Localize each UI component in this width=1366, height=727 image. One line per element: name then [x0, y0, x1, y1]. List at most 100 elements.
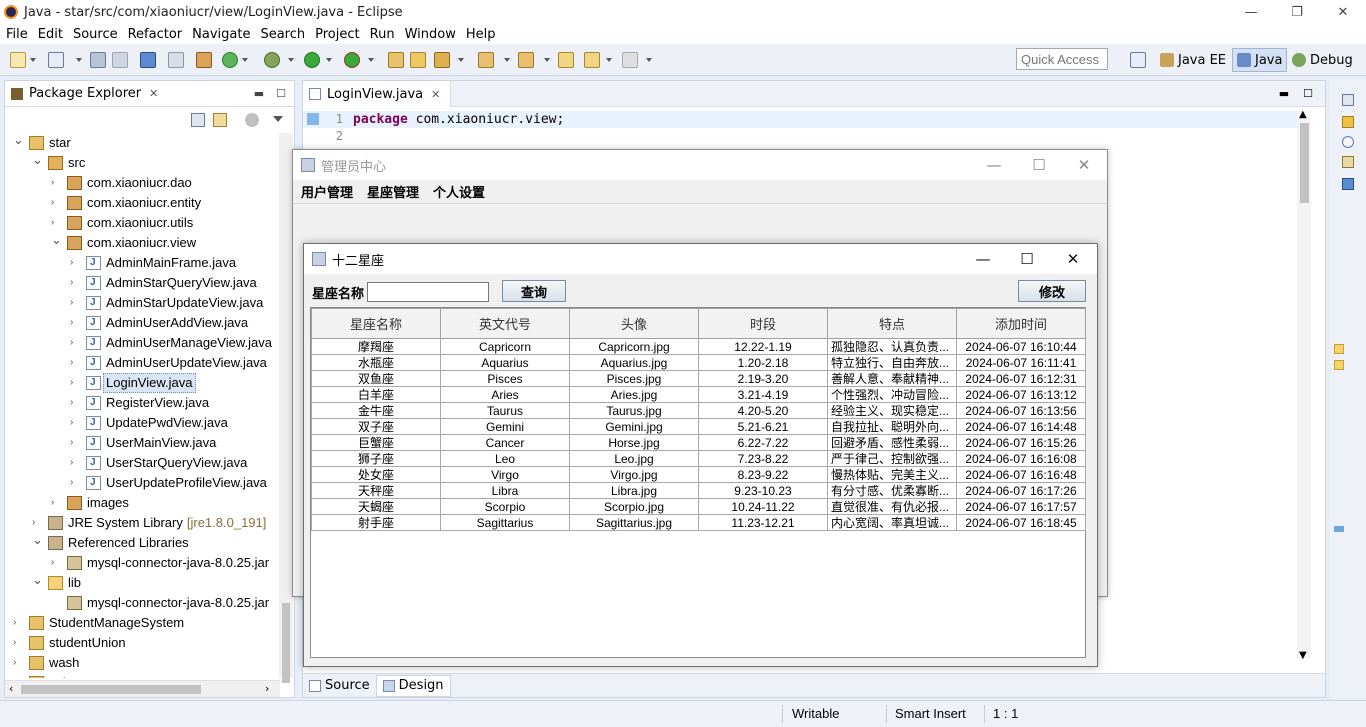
chevron-right-icon[interactable]: ›	[70, 433, 80, 453]
save-icon[interactable]	[90, 52, 106, 68]
tree-item[interactable]: ⌄ star	[5, 133, 280, 153]
tree-item[interactable]: › AdminStarQueryView.java	[5, 273, 280, 293]
scrollbar-thumb[interactable]	[282, 603, 290, 683]
column-header[interactable]: 时段	[698, 308, 828, 339]
debug-icon[interactable]	[264, 52, 280, 68]
external-tools-dropdown-icon[interactable]	[368, 58, 374, 62]
table-row[interactable]: 金牛座 Taurus Taurus.jpg 4.20-5.20 经验主义、现实稳定...…	[311, 402, 1086, 419]
close-window-button[interactable]: ✕	[1320, 0, 1366, 24]
chevron-right-icon[interactable]: ›	[13, 633, 23, 653]
view-menu-chevron-icon[interactable]	[273, 116, 283, 122]
chevron-down-icon[interactable]: ⌄	[13, 133, 24, 150]
tree-vertical-scrollbar[interactable]	[279, 133, 293, 683]
minimize-window-button[interactable]: —	[960, 244, 1006, 274]
skip-breakpoints-icon[interactable]	[168, 52, 184, 68]
new-type-icon[interactable]	[48, 52, 64, 68]
tree-item[interactable]: › StudentManageSystem	[5, 613, 280, 633]
chevron-down-icon[interactable]: ⌄	[32, 530, 43, 550]
perspective-java[interactable]: Java	[1232, 48, 1288, 72]
open-folder-icon[interactable]	[410, 52, 426, 68]
next-annotation-icon[interactable]	[478, 52, 494, 68]
tree-item[interactable]: › JRE System Library [jre1.8.0_191]	[5, 513, 280, 533]
tree-item[interactable]: › mysql-connector-java-8.0.25.jar	[5, 553, 280, 573]
perspective-debug[interactable]: Debug	[1288, 48, 1357, 72]
tree-item[interactable]: ⌄ Referenced Libraries	[5, 530, 280, 553]
menu-edit[interactable]: Edit	[33, 27, 68, 42]
search-button[interactable]: 查询	[502, 280, 566, 302]
save-all-icon[interactable]	[112, 52, 128, 68]
scroll-left-icon[interactable]: ‹	[9, 682, 13, 695]
tree-item[interactable]: › AdminUserUpdateView.java	[5, 353, 280, 373]
menu-star-management[interactable]: 星座管理	[359, 182, 425, 201]
tree-item[interactable]: ⌄ com.xiaoniucr.view	[5, 232, 280, 253]
menu-source[interactable]: Source	[68, 27, 123, 42]
link-with-editor-icon[interactable]	[213, 113, 227, 127]
tree-item[interactable]: › UserMainView.java	[5, 433, 280, 453]
collapse-all-icon[interactable]	[191, 113, 205, 127]
chevron-right-icon[interactable]: ›	[70, 473, 80, 493]
outline-icon[interactable]	[1342, 178, 1354, 190]
maximize-editor-icon[interactable]: ☐	[1303, 87, 1313, 100]
menu-search[interactable]: Search	[255, 27, 310, 42]
chevron-right-icon[interactable]: ›	[70, 333, 80, 353]
tree-item[interactable]: › studentUnion	[5, 633, 280, 653]
tree-item[interactable]: › UserStarQueryView.java	[5, 453, 280, 473]
tree-item[interactable]: › com.xiaoniucr.entity	[5, 193, 280, 213]
table-row[interactable]: 处女座 Virgo Virgo.jpg 8.23-9.22 慢热体贴、完美主义... 20…	[311, 466, 1086, 483]
chevron-right-icon[interactable]: ›	[70, 293, 80, 313]
tree-item[interactable]: ⌄ src	[5, 150, 280, 173]
chevron-down-icon[interactable]: ⌄	[32, 150, 43, 170]
tree-item[interactable]: › UserUpdateProfileView.java	[5, 473, 280, 493]
tree-item[interactable]: › com.xiaoniucr.dao	[5, 173, 280, 193]
chevron-right-icon[interactable]: ›	[70, 453, 80, 473]
menu-help[interactable]: Help	[461, 27, 501, 42]
run-dropdown-icon[interactable]	[326, 58, 332, 62]
debug-dropdown-icon[interactable]	[288, 58, 294, 62]
tree-item[interactable]: › AdminMainFrame.java	[5, 253, 280, 273]
close-icon[interactable]: ✕	[149, 87, 158, 100]
forward-dropdown-icon[interactable]	[646, 58, 652, 62]
minimize-editor-icon[interactable]: ▬	[1279, 87, 1289, 100]
table-row[interactable]: 狮子座 Leo Leo.jpg 7.23-8.22 严于律己、控制欲强... 2024-0…	[311, 450, 1086, 467]
tree-item[interactable]: › yqjx	[5, 673, 280, 678]
chevron-right-icon[interactable]: ›	[13, 653, 23, 673]
quick-access-input[interactable]	[1016, 48, 1108, 70]
menu-refactor[interactable]: Refactor	[123, 27, 188, 42]
forward-icon[interactable]	[622, 52, 638, 68]
menu-run[interactable]: Run	[365, 27, 400, 42]
chevron-right-icon[interactable]: ›	[13, 613, 23, 633]
chevron-right-icon[interactable]: ›	[70, 413, 80, 433]
design-tab[interactable]: Design	[375, 674, 451, 697]
scroll-right-icon[interactable]: ›	[265, 682, 269, 695]
zodiac-title-bar[interactable]: 十二星座 — ☐ ✕	[304, 244, 1097, 274]
close-icon[interactable]: ✕	[431, 88, 440, 101]
menu-user-management[interactable]: 用户管理	[293, 182, 359, 201]
code-line[interactable]: 1 package com.xiaoniucr.view;	[303, 111, 1303, 128]
tree-item[interactable]: › images	[5, 493, 280, 513]
search-dropdown-icon[interactable]	[458, 58, 464, 62]
admin-title-bar[interactable]: 管理员中心 — ☐ ✕	[293, 150, 1107, 180]
tree-item[interactable]: › RegisterView.java	[5, 393, 280, 413]
menu-window[interactable]: Window	[400, 27, 461, 42]
maximize-window-button[interactable]: ☐	[1004, 244, 1050, 274]
star-name-input[interactable]	[367, 282, 490, 302]
chevron-right-icon[interactable]: ›	[70, 393, 80, 413]
maximize-view-icon[interactable]: ☐	[276, 87, 286, 100]
tree-item[interactable]: › AdminStarUpdateView.java	[5, 293, 280, 313]
table-row[interactable]: 白羊座 Aries Aries.jpg 3.21-4.19 个性强烈、冲动冒险... 20…	[311, 386, 1086, 403]
scroll-down-icon[interactable]: ▼	[1299, 650, 1307, 661]
table-row[interactable]: 双鱼座 Pisces Pisces.jpg 2.19-3.20 善解人意、奉献精神...…	[311, 370, 1086, 387]
restore-icon[interactable]	[1342, 94, 1354, 106]
table-row[interactable]: 巨蟹座 Cancer Horse.jpg 6.22-7.22 回避矛盾、感性柔弱... 2…	[311, 434, 1086, 451]
source-tab[interactable]: Source	[303, 675, 376, 697]
view-menu-icon[interactable]	[245, 113, 259, 127]
new-type-dropdown-icon[interactable]	[76, 58, 82, 62]
restore-window-button[interactable]: ❐	[1274, 0, 1320, 24]
console-icon[interactable]	[140, 52, 156, 68]
tree-item[interactable]: › AdminUserManageView.java	[5, 333, 280, 353]
refresh-dropdown-icon[interactable]	[242, 58, 248, 62]
scroll-up-icon[interactable]: ▲	[1299, 109, 1307, 120]
editor-tab-loginview[interactable]: LoginView.java ✕	[303, 81, 452, 107]
tree-item[interactable]: › UpdatePwdView.java	[5, 413, 280, 433]
column-header[interactable]: 头像	[569, 308, 699, 339]
